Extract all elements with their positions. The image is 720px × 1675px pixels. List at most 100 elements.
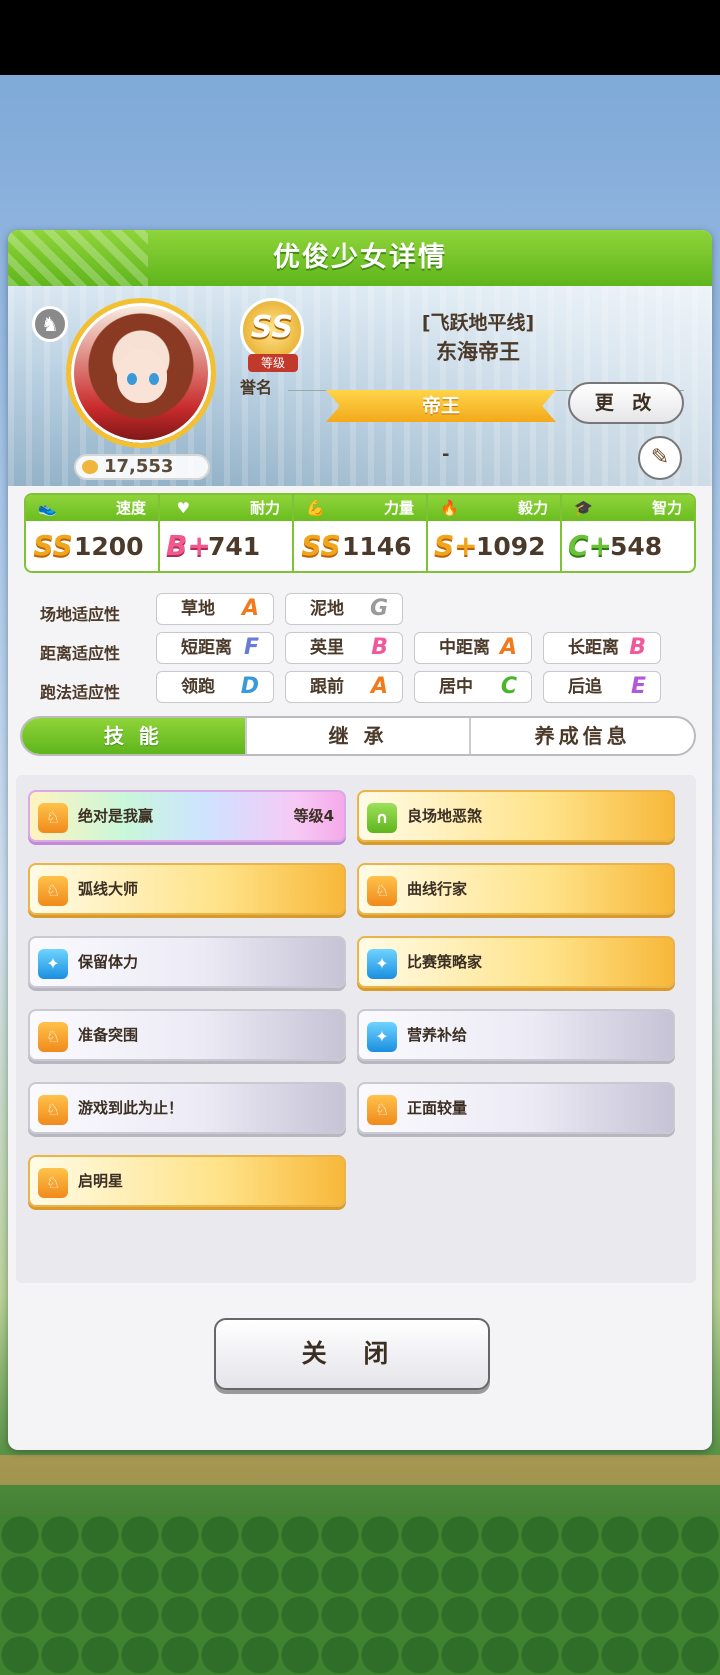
- honor-label: 誉名: [240, 378, 273, 397]
- aptitude-cell: 短距离 F: [156, 632, 274, 664]
- graduation-cap-icon: 🎓: [574, 499, 593, 517]
- skill-item[interactable]: ♘ 绝对是我赢 等级4: [28, 790, 346, 842]
- stat-value: 1146: [342, 532, 412, 561]
- aptitude-row-style: 跑法适应性 领跑 D 跟前 A 居中 C 后追 E: [24, 671, 696, 705]
- running-horse-icon: ♘: [38, 1168, 68, 1198]
- shoe-icon: 👟: [38, 499, 57, 517]
- title-ribbon: 帝王: [326, 390, 556, 422]
- stat-3: 🔥 毅力 S+1092: [428, 495, 562, 571]
- skill-item[interactable]: ✦ 保留体力: [28, 936, 346, 988]
- aptitude-grade: B: [371, 635, 388, 660]
- skill-name: 启明星: [78, 1172, 124, 1190]
- skill-name: 良场地恶煞: [407, 807, 483, 825]
- skill-item[interactable]: ♘ 曲线行家: [357, 863, 675, 915]
- stat-label: 智力: [651, 499, 682, 517]
- heart-icon: ♥: [176, 499, 190, 517]
- aptitude-grade: G: [369, 596, 388, 621]
- stat-value: 741: [208, 532, 261, 561]
- skill-item[interactable]: ♘ 弧线大师: [28, 863, 346, 915]
- flame-icon: 🔥: [440, 499, 459, 517]
- stat-value: 1200: [74, 532, 144, 561]
- aptitude-cell: 居中 C: [414, 671, 532, 703]
- aptitude-cell: 后追 E: [543, 671, 661, 703]
- aptitude-grade: D: [240, 674, 259, 699]
- aptitude-grade: C: [500, 674, 517, 699]
- aptitude-grade: A: [241, 596, 259, 621]
- stat-value: 548: [610, 532, 663, 561]
- running-horse-icon: ♘: [367, 1095, 397, 1125]
- aptitude-grade: B: [629, 635, 646, 660]
- stat-grade: SS: [301, 529, 341, 562]
- rank-sub-label: 等级: [248, 354, 298, 372]
- dialog-title: 优俊少女详情: [273, 242, 447, 273]
- stat-4: 🎓 智力 C+548: [562, 495, 694, 571]
- nickname-placeholder: -: [442, 444, 450, 465]
- edit-pencil-icon[interactable]: ✎: [638, 436, 682, 480]
- skill-name: 比赛策略家: [407, 953, 483, 971]
- stat-grade: S+: [434, 529, 478, 562]
- stat-label: 毅力: [517, 499, 548, 517]
- stat-label: 力量: [383, 499, 414, 517]
- horseshoe-icon: ∩: [367, 803, 397, 833]
- rank-badge: SS: [240, 298, 304, 362]
- aptitude-cell: 草地 A: [156, 593, 274, 625]
- aptitude-label: 跑法适应性: [40, 683, 121, 702]
- stat-2: 💪 力量 SS1146: [294, 495, 428, 571]
- aptitude-grade: A: [370, 674, 388, 699]
- character-alias: [飞跃地平线]: [421, 312, 535, 334]
- skill-item[interactable]: ✦ 比赛策略家: [357, 936, 675, 988]
- sparkle-icon: ✦: [367, 949, 397, 979]
- stat-1: ♥ 耐力 B+741: [160, 495, 294, 571]
- detail-tabs: 技 能 继 承 养成信息: [20, 716, 696, 756]
- tab-inheritance[interactable]: 继 承: [247, 718, 472, 754]
- horse-head-icon[interactable]: ♞: [32, 306, 68, 342]
- skill-name: 曲线行家: [407, 880, 468, 898]
- aptitude-cell: 英里 B: [285, 632, 403, 664]
- stat-grade: C+: [568, 529, 613, 562]
- stat-label: 速度: [115, 499, 146, 517]
- umamusume-detail-dialog: 优俊少女详情 ♞ 17,553 SS 等级 誉名 [飞跃地平线] 东海帝王 帝王…: [8, 230, 712, 1450]
- running-horse-icon: ♘: [38, 1095, 68, 1125]
- aptitude-cell: 领跑 D: [156, 671, 274, 703]
- aptitude-label: 场地适应性: [40, 605, 121, 624]
- character-name: 东海帝王: [436, 340, 520, 364]
- tab-training-info[interactable]: 养成信息: [471, 718, 694, 754]
- skill-name: 准备突围: [78, 1026, 139, 1044]
- aptitude-cell: 中距离 A: [414, 632, 532, 664]
- aptitude-cell: 跟前 A: [285, 671, 403, 703]
- running-horse-icon: ♘: [38, 876, 68, 906]
- stat-grade: SS: [33, 529, 73, 562]
- skill-name: 游戏到此为止！: [78, 1099, 184, 1117]
- stat-label: 耐力: [249, 499, 280, 517]
- aptitude-row-distance: 距离适应性 短距离 F 英里 B 中距离 A 长距离 B: [24, 632, 696, 666]
- skill-name: 营养补给: [407, 1026, 468, 1044]
- skill-item[interactable]: ♘ 启明星: [28, 1155, 346, 1207]
- tab-skills[interactable]: 技 能: [22, 718, 247, 754]
- stat-0: 👟 速度 SS1200: [26, 495, 160, 571]
- aptitude-label: 距离适应性: [40, 644, 121, 663]
- track-rail: [0, 1455, 720, 1485]
- skill-item[interactable]: ✦ 营养补给: [357, 1009, 675, 1061]
- running-horse-icon: ♘: [38, 803, 68, 833]
- running-horse-icon: ♘: [367, 876, 397, 906]
- skill-item[interactable]: ♘ 游戏到此为止！: [28, 1082, 346, 1134]
- aptitude-grade: F: [243, 635, 259, 660]
- aptitude-row-track: 场地适应性 草地 A 泥地 G: [24, 593, 696, 627]
- change-title-button[interactable]: 更 改: [568, 382, 684, 424]
- hedge: [0, 1515, 720, 1675]
- skill-item[interactable]: ♘ 正面较量: [357, 1082, 675, 1134]
- fan-count: 17,553: [74, 454, 210, 480]
- skill-name: 绝对是我赢: [78, 807, 154, 825]
- dialog-header: 优俊少女详情: [8, 230, 712, 286]
- close-button[interactable]: 关 闭: [214, 1318, 490, 1390]
- character-portrait[interactable]: [66, 298, 216, 448]
- muscle-icon: 💪: [306, 499, 325, 517]
- skill-item[interactable]: ♘ 准备突围: [28, 1009, 346, 1061]
- aptitude-cell: 泥地 G: [285, 593, 403, 625]
- sparkle-icon: ✦: [38, 949, 68, 979]
- running-horse-icon: ♘: [38, 1022, 68, 1052]
- skill-item[interactable]: ∩ 良场地恶煞: [357, 790, 675, 842]
- sparkle-icon: ✦: [367, 1022, 397, 1052]
- profile-banner: ♞ 17,553 SS 等级 誉名 [飞跃地平线] 东海帝王 帝王 更 改 - …: [8, 286, 712, 486]
- skills-list: ♘ 绝对是我赢 等级4 ∩ 良场地恶煞 ♘ 弧线大师 ♘ 曲线行家 ✦ 保留体力 ✦ 比赛策略家 ♘ 准备突…: [16, 775, 696, 1283]
